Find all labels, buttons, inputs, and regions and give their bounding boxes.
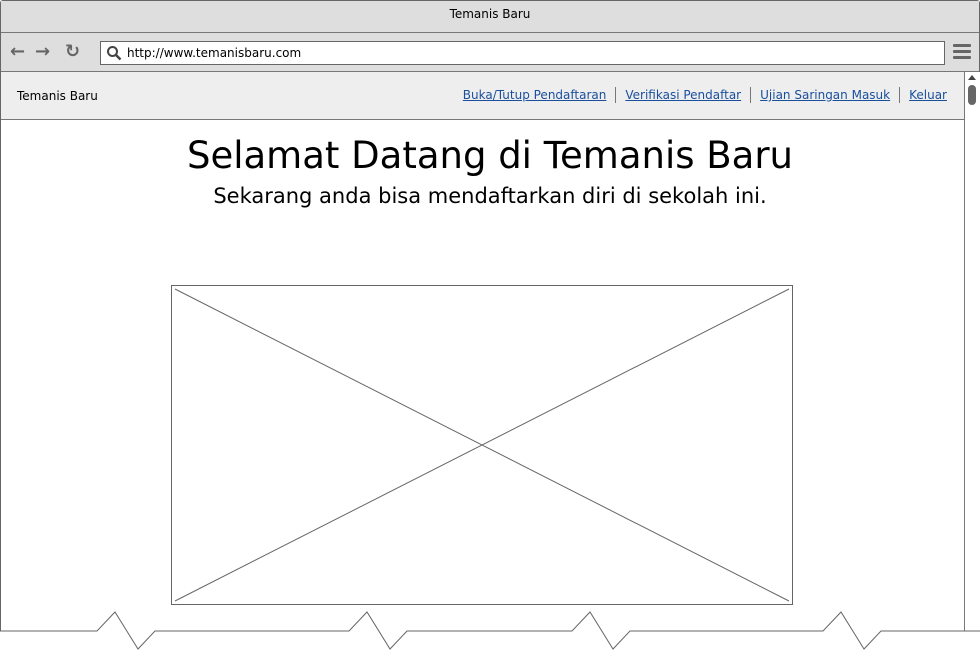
- hamburger-menu-icon[interactable]: [953, 44, 971, 62]
- scroll-up-icon[interactable]: [968, 75, 976, 80]
- scroll-thumb[interactable]: [968, 85, 976, 105]
- divider: [899, 87, 901, 103]
- search-icon: [107, 46, 122, 61]
- divider: [615, 87, 617, 103]
- window-title: Temanis Baru: [1, 1, 979, 33]
- browser-toolbar: ← → ↻ http://www.temanisbaru.com: [1, 33, 979, 72]
- nav-link-buka-tutup-pendaftaran[interactable]: Buka/Tutup Pendaftaran: [463, 88, 607, 102]
- forward-arrow-icon[interactable]: →: [35, 43, 50, 61]
- nav-link-ujian-saringan-masuk[interactable]: Ujian Saringan Masuk: [760, 88, 890, 102]
- site-navbar: Temanis Baru Buka/Tutup Pendaftaran Veri…: [1, 72, 964, 120]
- address-bar[interactable]: http://www.temanisbaru.com: [100, 41, 945, 65]
- torn-page-edge: [0, 611, 980, 650]
- reload-icon[interactable]: ↻: [65, 43, 80, 61]
- nav-link-verifikasi-pendaftar[interactable]: Verifikasi Pendaftar: [625, 88, 741, 102]
- nav-link-keluar[interactable]: Keluar: [909, 88, 947, 102]
- url-text: http://www.temanisbaru.com: [127, 46, 302, 60]
- nav-links: Buka/Tutup Pendaftaran Verifikasi Pendaf…: [463, 87, 947, 103]
- page-title: Selamat Datang di Temanis Baru: [186, 134, 794, 177]
- divider: [750, 87, 752, 103]
- page-subtitle: Sekarang anda bisa mendaftarkan diri di …: [213, 184, 767, 208]
- back-arrow-icon[interactable]: ←: [10, 43, 25, 61]
- site-brand[interactable]: Temanis Baru: [17, 89, 98, 103]
- image-placeholder: [171, 285, 793, 605]
